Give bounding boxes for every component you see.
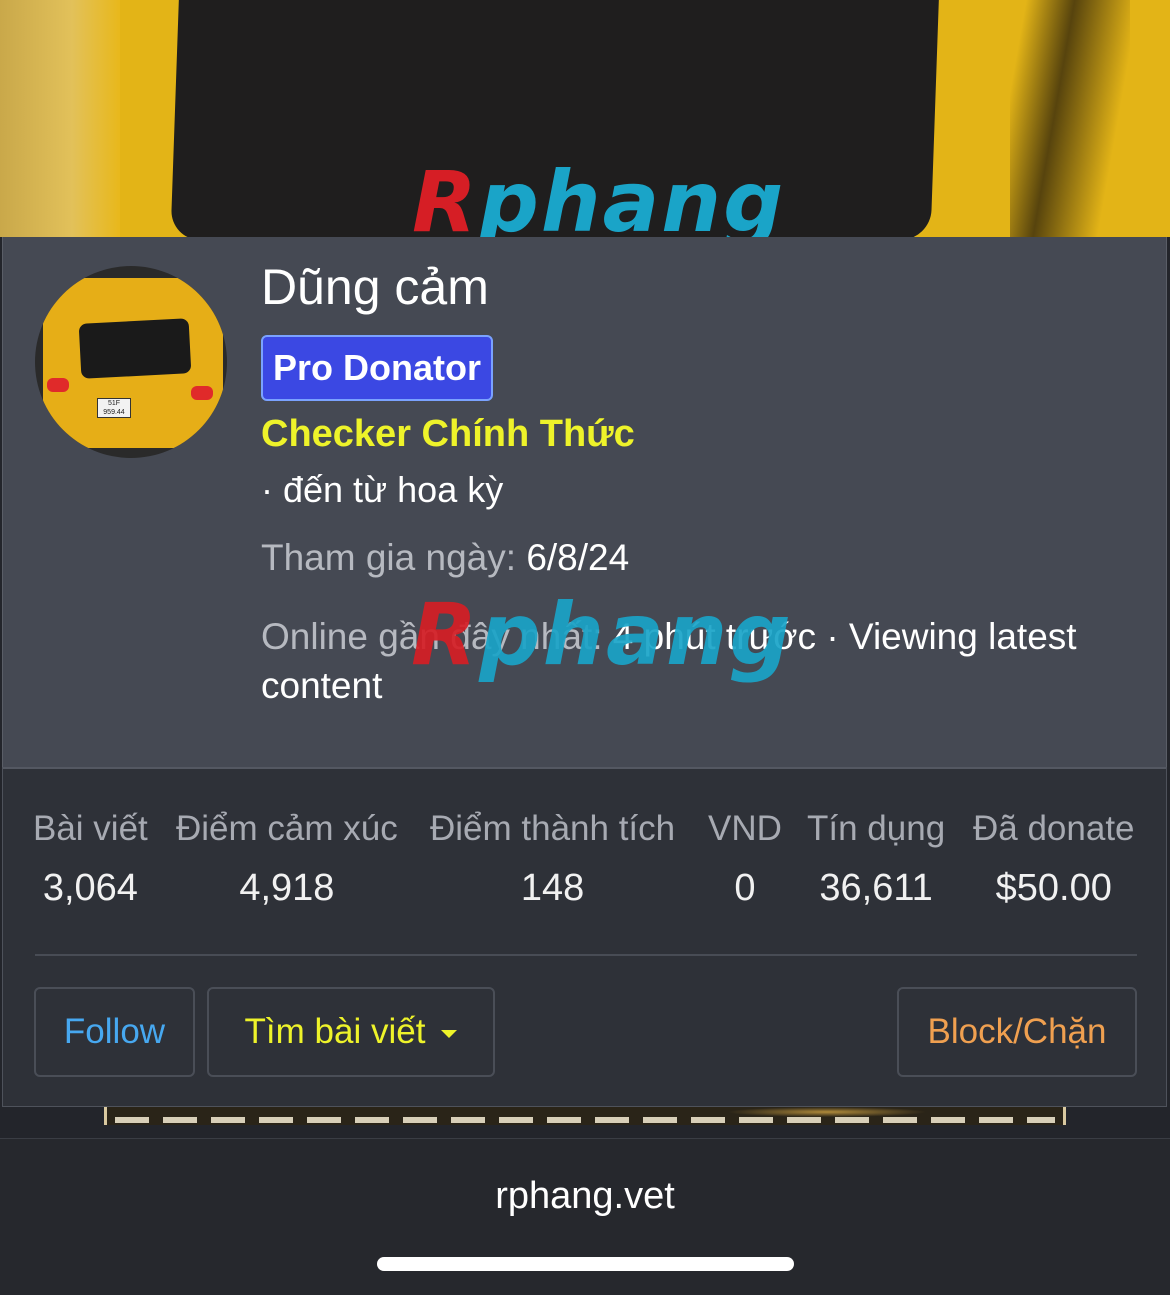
stat-reactions[interactable]: Điểm cảm xúc 4,918 xyxy=(176,809,398,910)
block-button[interactable]: Block/Chặn xyxy=(897,987,1137,1077)
avatar[interactable]: 51F 959.44 xyxy=(35,266,227,458)
cover-image: Rphang xyxy=(0,0,1170,237)
stat-label: Đã donate xyxy=(973,809,1135,848)
watermark-logo: Rphang xyxy=(411,585,793,685)
stat-label: Tín dụng xyxy=(807,809,946,848)
stat-label: Điểm thành tích xyxy=(430,809,676,848)
find-posts-button[interactable]: Tìm bài viết xyxy=(207,987,495,1077)
user-role: Checker Chính Thức xyxy=(261,413,635,455)
stat-credit: Tín dụng 36,611 xyxy=(807,809,945,910)
joined-date: Tham gia ngày: 6/8/24 xyxy=(261,537,629,579)
profile-panel: 51F 959.44 Dũng cảm Pro Donator Checker C… xyxy=(2,237,1167,767)
stat-posts[interactable]: Bài viết 3,064 xyxy=(33,809,148,910)
cover-car-side xyxy=(0,0,120,237)
address-bar-url[interactable]: rphang.vet xyxy=(0,1175,1170,1218)
browser-bottom-bar: rphang.vet xyxy=(0,1138,1170,1295)
profile-name: Dũng cảm xyxy=(261,259,489,315)
joined-label: Tham gia ngày: xyxy=(261,537,517,578)
stat-value: 36,611 xyxy=(819,867,933,909)
stat-value: 3,064 xyxy=(42,867,138,909)
stats-divider xyxy=(35,954,1137,956)
stat-label: Điểm cảm xúc xyxy=(176,809,398,848)
stat-label: Bài viết xyxy=(33,809,148,848)
avatar-taillight-left xyxy=(47,378,69,392)
joined-value: 6/8/24 xyxy=(526,537,630,578)
find-posts-label: Tìm bài viết xyxy=(244,1012,426,1051)
content-preview-strip xyxy=(104,1107,1066,1125)
cover-watermark-logo: Rphang xyxy=(412,153,786,237)
strip-glow xyxy=(727,1107,927,1117)
avatar-license-plate: 51F 959.44 xyxy=(97,398,131,418)
cover-shadow xyxy=(1010,0,1130,237)
stat-value: 4,918 xyxy=(239,867,335,909)
user-location: · đến từ hoa kỳ xyxy=(261,469,504,510)
caret-down-icon xyxy=(441,1029,458,1038)
stats-panel: Bài viết 3,064 Điểm cảm xúc 4,918 Điểm t… xyxy=(2,767,1167,1107)
stat-value: $50.00 xyxy=(995,867,1112,909)
home-indicator[interactable] xyxy=(377,1257,794,1271)
avatar-car-window xyxy=(78,318,192,379)
stat-value: 0 xyxy=(734,867,756,909)
stat-label: VND xyxy=(708,809,782,848)
stat-achievements[interactable]: Điểm thành tích 148 xyxy=(430,809,675,910)
follow-button[interactable]: Follow xyxy=(34,987,195,1077)
user-badge: Pro Donator xyxy=(261,335,494,401)
avatar-taillight-right xyxy=(191,386,213,400)
stat-vnd: VND 0 xyxy=(708,809,782,910)
strip-dashes xyxy=(115,1117,1055,1123)
stat-donated: Đã donate $50.00 xyxy=(973,809,1135,910)
stat-value: 148 xyxy=(520,867,585,909)
